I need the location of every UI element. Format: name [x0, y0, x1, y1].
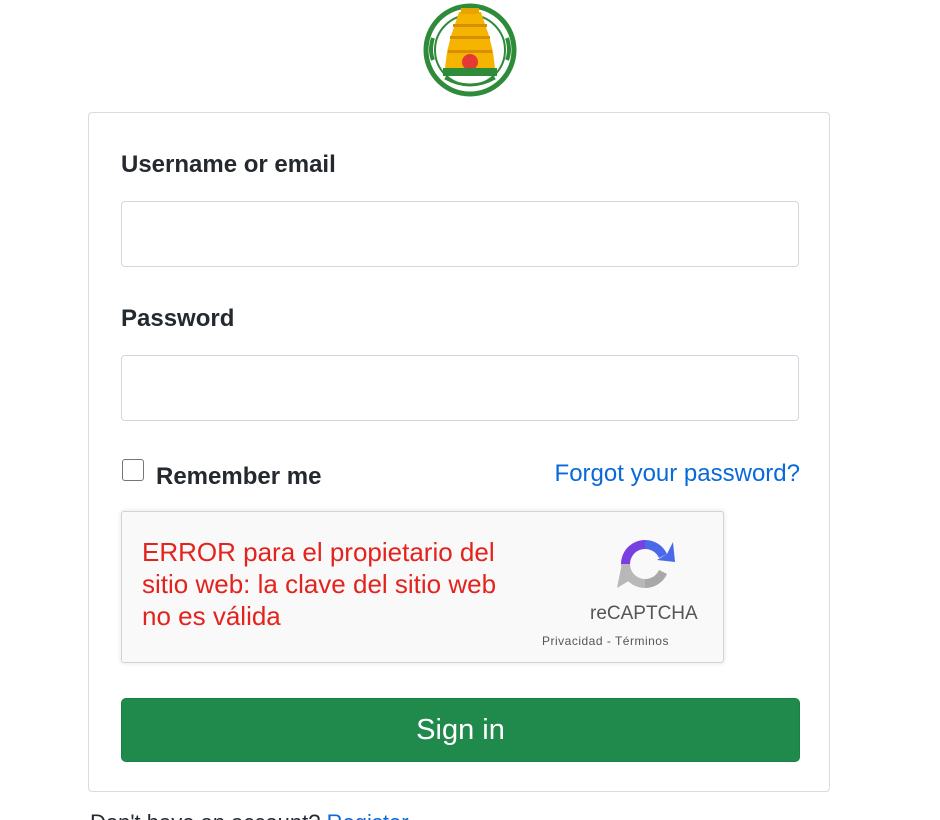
- username-label: Username or email: [121, 151, 336, 178]
- remember-me-checkbox[interactable]: [122, 459, 144, 481]
- recaptcha-links[interactable]: Privacidad - Términos: [542, 634, 669, 648]
- password-input[interactable]: [121, 355, 799, 421]
- remember-me-row: Remember me: [122, 459, 321, 490]
- register-prompt: Don't have an account? Register: [90, 810, 409, 820]
- password-label: Password: [121, 305, 235, 332]
- recaptcha-error-message: ERROR para el propietario del sitio web:…: [142, 537, 497, 631]
- remember-me-label[interactable]: Remember me: [156, 463, 321, 491]
- recaptcha-widget[interactable]: ERROR para el propietario del sitio web:…: [121, 511, 724, 663]
- recaptcha-brand: reCAPTCHA: [590, 603, 698, 624]
- sign-in-button[interactable]: Sign in: [121, 698, 800, 762]
- register-link[interactable]: Register: [327, 810, 409, 820]
- login-card: Username or email Password Remember me F…: [88, 112, 830, 792]
- login-page: Username or email Password Remember me F…: [0, 0, 940, 820]
- recaptcha-icon: [617, 539, 675, 589]
- username-input[interactable]: [121, 201, 799, 267]
- register-prompt-text: Don't have an account?: [90, 810, 320, 820]
- forgot-password-link[interactable]: Forgot your password?: [555, 460, 800, 488]
- emblem-logo: [423, 3, 517, 97]
